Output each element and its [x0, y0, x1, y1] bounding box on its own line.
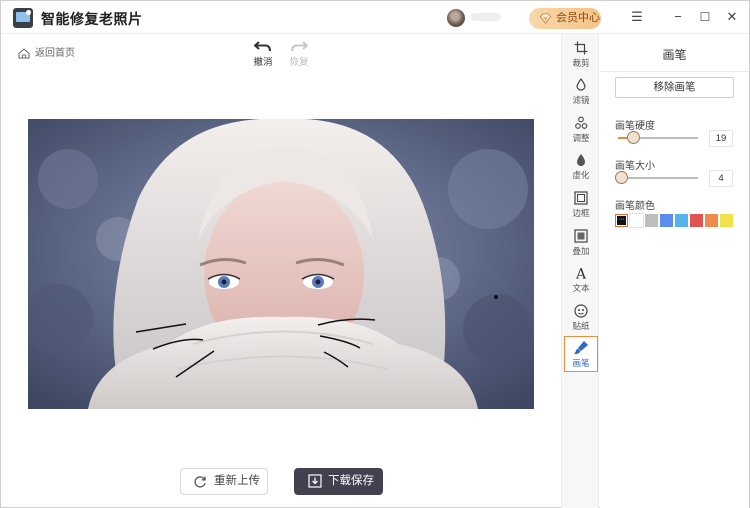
rail-item-label: 调整: [572, 133, 590, 143]
download-icon: [308, 474, 322, 488]
rail-item-label: 滤镜: [572, 95, 590, 105]
color-swatch[interactable]: [705, 214, 718, 227]
app-logo-icon: [13, 8, 33, 28]
rail-item-blur[interactable]: 虚化: [564, 150, 598, 186]
size-label: 画笔大小: [615, 161, 655, 172]
filter-icon: [576, 78, 586, 91]
rail-item-sticker[interactable]: 贴纸: [564, 301, 598, 337]
username-placeholder[interactable]: [471, 13, 501, 21]
size-slider[interactable]: [615, 171, 698, 184]
vip-center-button[interactable]: 会员中心: [529, 8, 601, 29]
download-save-button[interactable]: 下载保存: [294, 468, 383, 495]
rail-item-label: 文本: [572, 283, 590, 293]
back-home-label: 返回首页: [35, 48, 75, 59]
color-swatch[interactable]: [629, 213, 644, 228]
photo-canvas[interactable]: [28, 119, 534, 409]
color-label: 画笔颜色: [615, 201, 655, 212]
panel-divider: [600, 71, 749, 72]
rail-item-label: 裁剪: [572, 58, 590, 68]
maximize-button[interactable]: ☐: [695, 7, 715, 27]
undo-icon: [254, 41, 271, 52]
download-save-label: 下载保存: [328, 475, 374, 487]
home-icon: [18, 48, 30, 59]
menu-icon[interactable]: ☰: [627, 7, 647, 27]
sticker-icon: [574, 304, 588, 318]
redo-icon: [291, 41, 308, 52]
size-slider-thumb[interactable]: [615, 171, 629, 184]
hardness-value-input[interactable]: 19: [709, 130, 733, 147]
rail-item-filter[interactable]: 滤镜: [564, 75, 598, 111]
crop-icon: [574, 41, 588, 55]
color-swatch[interactable]: [690, 214, 703, 227]
rail-item-adjust[interactable]: 调整: [564, 113, 598, 149]
rail-item-brush[interactable]: 画笔: [564, 336, 598, 372]
border-icon: [574, 191, 588, 205]
app-title: 智能修复老照片: [41, 11, 143, 27]
svg-text:A: A: [575, 267, 587, 281]
hardness-slider-thumb[interactable]: [627, 131, 641, 144]
undo-label: 撤消: [253, 57, 273, 68]
text-icon: A: [575, 267, 587, 281]
reupload-button[interactable]: 重新上传: [180, 468, 268, 495]
rail-item-text[interactable]: A 文本: [564, 263, 598, 299]
rail-item-label: 贴纸: [572, 321, 590, 331]
user-avatar[interactable]: [447, 9, 465, 27]
size-value-input[interactable]: 4: [709, 170, 733, 187]
adjust-icon: [575, 116, 588, 129]
color-swatch[interactable]: [645, 214, 658, 227]
portrait-photo: [28, 119, 534, 409]
color-swatch[interactable]: [720, 214, 733, 227]
diamond-icon: [540, 13, 551, 24]
blur-icon: [577, 154, 585, 166]
brush-icon: [574, 341, 588, 355]
rail-item-crop[interactable]: 裁剪: [564, 38, 598, 74]
tool-rail: 裁剪 滤镜 调整 虚化 边框 叠加 A 文本 贴纸 画笔: [561, 34, 599, 508]
refresh-icon: [194, 476, 206, 488]
overlay-icon: [574, 229, 588, 243]
app-window: 智能修复老照片 会员中心 ☰ − ☐ ✕ 返回首页 撤消 恢复 重新上传 下载保…: [0, 0, 750, 508]
hardness-slider[interactable]: [618, 131, 698, 144]
remove-brush-button[interactable]: 移除画笔: [615, 77, 734, 98]
color-swatch[interactable]: [675, 214, 688, 227]
close-button[interactable]: ✕: [722, 7, 742, 27]
brush-panel: 画笔 移除画笔 画笔硬度 19 画笔大小 4 画笔颜色 ···: [600, 34, 749, 508]
undo-button[interactable]: 撤消: [249, 39, 277, 71]
color-swatch[interactable]: [660, 214, 673, 227]
vip-center-label: 会员中心: [556, 12, 600, 24]
rail-item-label: 边框: [572, 208, 590, 218]
rail-item-label: 虚化: [572, 170, 590, 180]
color-swatch[interactable]: ···: [615, 214, 628, 227]
rail-item-overlay[interactable]: 叠加: [564, 226, 598, 262]
rail-item-label: 叠加: [572, 246, 590, 256]
title-bar: 智能修复老照片 会员中心 ☰ − ☐ ✕: [1, 1, 749, 34]
redo-label: 恢复: [289, 57, 309, 68]
rail-item-label: 画笔: [572, 358, 590, 368]
reupload-label: 重新上传: [214, 475, 260, 487]
back-home-link[interactable]: 返回首页: [18, 46, 75, 62]
rail-item-border[interactable]: 边框: [564, 188, 598, 224]
minimize-button[interactable]: −: [668, 7, 688, 27]
panel-title: 画笔: [662, 48, 687, 62]
redo-button[interactable]: 恢复: [285, 39, 313, 71]
hardness-label: 画笔硬度: [615, 121, 655, 132]
